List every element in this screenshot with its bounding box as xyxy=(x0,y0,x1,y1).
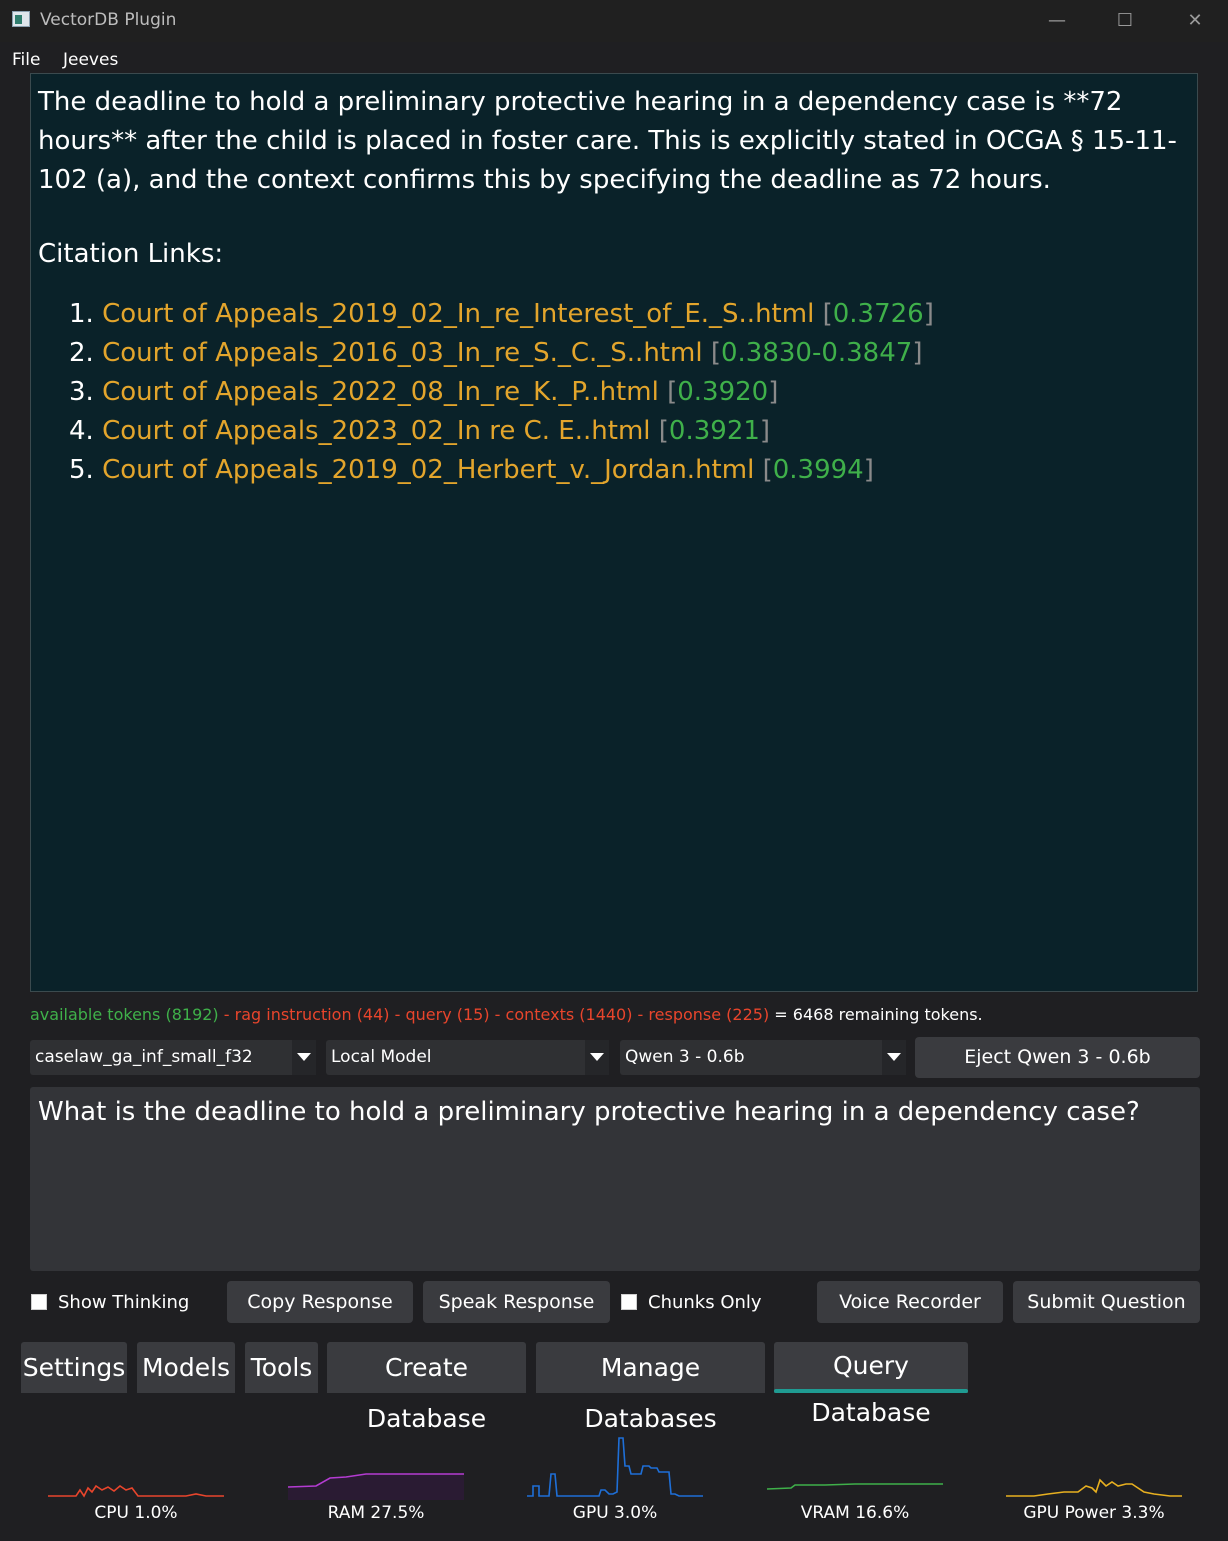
show-thinking-checkbox[interactable] xyxy=(31,1294,47,1310)
vram-meter-graph xyxy=(766,1483,943,1490)
close-icon[interactable]: ✕ xyxy=(1172,6,1218,36)
speak-response-button[interactable]: Speak Response xyxy=(423,1281,610,1323)
citation-link[interactable]: Court of Appeals_2019_02_Herbert_v._Jord… xyxy=(102,455,754,485)
citation-list: 1. Court of Appeals_2019_02_In_re_Intere… xyxy=(69,295,934,490)
citation-score: 0.3994 xyxy=(772,455,864,485)
model-source-select-value: Local Model xyxy=(331,1047,432,1067)
citation-score: 0.3921 xyxy=(668,416,760,446)
vram-meter-line xyxy=(766,1483,943,1490)
voice-recorder-button[interactable]: Voice Recorder xyxy=(817,1281,1003,1323)
cpu-meter-line xyxy=(48,1484,224,1498)
chevron-down-icon[interactable] xyxy=(292,1040,316,1075)
chevron-down-icon[interactable] xyxy=(882,1040,906,1075)
cpu-meter-label: CPU 1.0% xyxy=(94,1503,178,1523)
gpu-power-meter-line xyxy=(1006,1478,1182,1497)
citation-score: 0.3830-0.3847 xyxy=(720,338,913,368)
copy-response-button[interactable]: Copy Response xyxy=(227,1281,413,1323)
gpu-power-meter-graph xyxy=(1006,1478,1182,1497)
tab-tools[interactable]: Tools xyxy=(245,1342,318,1393)
tab-query-database[interactable]: Query Database xyxy=(774,1342,968,1427)
menu-bar xyxy=(0,42,1228,72)
rag-tokens: - rag instruction (44) xyxy=(218,1005,390,1024)
eject-model-button[interactable]: Eject Qwen 3 - 0.6b xyxy=(915,1037,1200,1078)
citation-number: 1. xyxy=(69,299,94,329)
citation-link[interactable]: Court of Appeals_2022_08_In_re_K._P..htm… xyxy=(102,377,659,407)
citation-item: 4. Court of Appeals_2023_02_In re C. E..… xyxy=(69,416,771,446)
menu-jeeves[interactable]: Jeeves xyxy=(63,50,118,70)
tab-manage-databases[interactable]: Manage Databases xyxy=(536,1342,765,1433)
token-summary: available tokens (8192) - rag instructio… xyxy=(30,1005,983,1024)
citation-item: 1. Court of Appeals_2019_02_In_re_Intere… xyxy=(69,299,934,329)
citations-heading: Citation Links: xyxy=(38,239,224,269)
cpu-meter-graph xyxy=(48,1484,224,1498)
citation-link[interactable]: Court of Appeals_2023_02_In re C. E..htm… xyxy=(102,416,650,446)
citation-number: 4. xyxy=(69,416,94,446)
chunks-only-label: Chunks Only xyxy=(648,1292,762,1313)
title-bar: VectorDB Plugin — ☐ ✕ xyxy=(0,0,1228,42)
response-panel[interactable]: The deadline to hold a preliminary prote… xyxy=(30,73,1198,992)
database-select-value: caselaw_ga_inf_small_f32 xyxy=(35,1047,253,1067)
vram-meter-label: VRAM 16.6% xyxy=(800,1503,910,1523)
database-select[interactable]: caselaw_ga_inf_small_f32 xyxy=(30,1040,316,1075)
maximize-icon[interactable]: ☐ xyxy=(1102,6,1148,36)
response-tokens: - response (225) xyxy=(632,1005,770,1024)
gpu-power-meter-label: GPU Power 3.3% xyxy=(1023,1503,1165,1523)
citation-item: 3. Court of Appeals_2022_08_In_re_K._P..… xyxy=(69,377,779,407)
tab-models[interactable]: Models xyxy=(137,1342,235,1393)
gpu-meter-label: GPU 3.0% xyxy=(572,1503,658,1523)
query-input[interactable]: What is the deadline to hold a prelimina… xyxy=(30,1087,1200,1271)
context-tokens: - contexts (1440) xyxy=(489,1005,633,1024)
citation-number: 5. xyxy=(69,455,94,485)
show-thinking-label: Show Thinking xyxy=(58,1292,190,1313)
citation-link[interactable]: Court of Appeals_2019_02_In_re_Interest_… xyxy=(102,299,814,329)
submit-question-button[interactable]: Submit Question xyxy=(1013,1281,1200,1323)
menu-file[interactable]: File xyxy=(12,50,40,70)
citation-item: 5. Court of Appeals_2019_02_Herbert_v._J… xyxy=(69,455,874,485)
citation-score: 0.3726 xyxy=(832,299,924,329)
tab-create-database[interactable]: Create Database xyxy=(327,1342,526,1433)
available-tokens: available tokens (8192) xyxy=(30,1005,219,1024)
tab-settings[interactable]: Settings xyxy=(21,1342,127,1393)
model-select[interactable]: Qwen 3 - 0.6b xyxy=(620,1040,906,1075)
citation-score: 0.3920 xyxy=(677,377,769,407)
gpu-meter-line xyxy=(527,1437,703,1497)
minimize-icon[interactable]: — xyxy=(1034,6,1080,36)
active-tab-indicator xyxy=(774,1389,968,1393)
app-icon xyxy=(12,11,30,27)
citation-item: 2. Court of Appeals_2016_03_In_re_S._C._… xyxy=(69,338,923,368)
citation-number: 3. xyxy=(69,377,94,407)
model-source-select[interactable]: Local Model xyxy=(326,1040,609,1075)
chevron-down-icon[interactable] xyxy=(585,1040,609,1075)
response-text: The deadline to hold a preliminary prote… xyxy=(38,87,1177,195)
query-tokens: - query (15) xyxy=(389,1005,490,1024)
citation-link[interactable]: Court of Appeals_2016_03_In_re_S._C._S..… xyxy=(102,338,702,368)
window-title: VectorDB Plugin xyxy=(40,10,177,30)
remaining-tokens: = 6468 remaining tokens. xyxy=(769,1005,983,1024)
ram-meter-label: RAM 27.5% xyxy=(327,1503,425,1523)
citation-number: 2. xyxy=(69,338,94,368)
query-text: What is the deadline to hold a prelimina… xyxy=(38,1097,1140,1127)
model-select-value: Qwen 3 - 0.6b xyxy=(625,1047,745,1067)
ram-meter-graph xyxy=(287,1473,464,1500)
chunks-only-checkbox[interactable] xyxy=(621,1294,637,1310)
gpu-meter-graph xyxy=(527,1437,703,1497)
